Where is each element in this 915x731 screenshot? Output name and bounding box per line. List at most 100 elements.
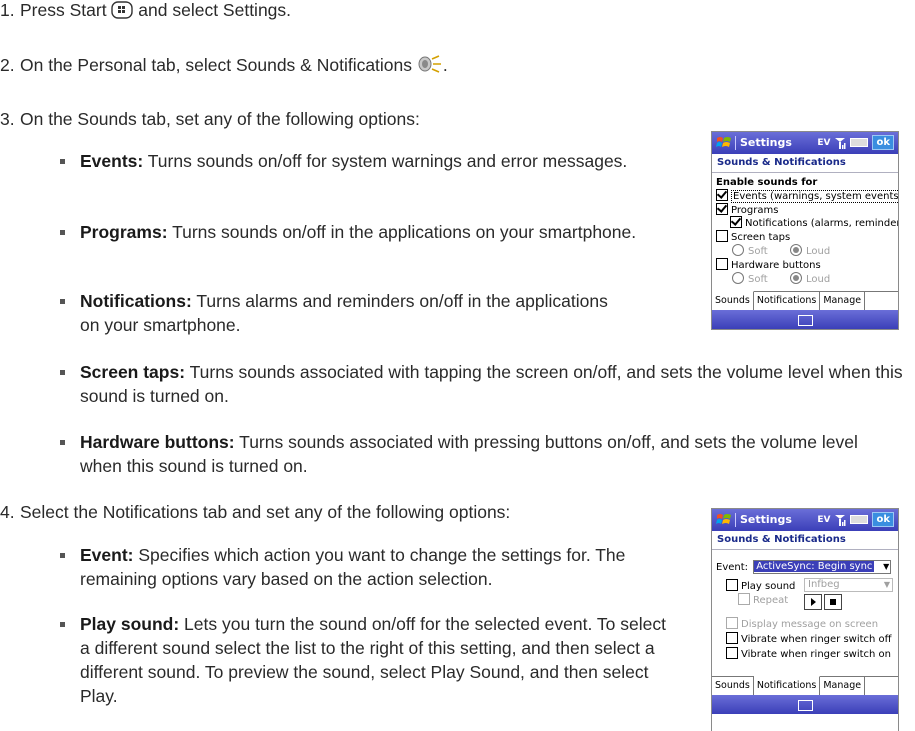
tab-strip: Sounds Notifications Manage [712,676,898,695]
bullet-dot [60,159,65,164]
tab-manage[interactable]: Manage [820,292,866,310]
hardware-buttons-checkbox[interactable]: Hardware buttons [716,258,821,272]
title-separator [735,136,736,150]
notifications-tab-screenshot: Settings EV ok Sounds & Notifications Ev… [711,508,899,731]
tab-manage[interactable]: Manage [820,677,866,695]
checkbox-box[interactable] [716,230,728,242]
tab-notifications[interactable]: Notifications [753,676,821,695]
checkbox-box[interactable] [716,203,728,215]
menu-bar [712,310,898,329]
ev-indicator: EV [817,137,831,148]
playback-controls [804,594,844,610]
battery-icon [850,515,869,524]
hardware-loud-radio[interactable]: Loud [790,272,830,286]
programs-checkbox[interactable]: Programs [716,203,778,217]
radio-button[interactable] [732,244,744,256]
checkbox-label: Vibrate when ringer switch on [741,649,891,660]
screen-taps-loud-radio[interactable]: Loud [790,244,830,258]
radio-label: Loud [806,274,831,285]
step-text: Select the Notifications tab and set any… [20,502,511,522]
windows-flag-icon[interactable] [716,135,732,151]
checkbox-box[interactable] [730,216,742,228]
status-indicators: EV ok [817,135,894,150]
status-indicators: EV ok [817,512,894,527]
screen-header: Sounds & Notifications [712,531,898,550]
chevron-down-icon: ▼ [883,580,890,589]
option-text: Events: Turns sounds on/off for system w… [80,149,627,173]
option-text: Hardware buttons: Turns sounds associate… [80,430,900,478]
step-text: On the Personal tab, select Sounds & Not… [20,53,448,80]
option-text: Play sound: Lets you turn the sound on/o… [80,612,672,708]
tab-sounds[interactable]: Sounds [712,291,754,310]
events-checkbox[interactable]: Events (warnings, system events) [716,189,898,203]
screen-header: Sounds & Notifications [712,154,898,173]
event-value: ActiveSync: Begin sync [754,561,875,572]
bullet-dot [60,622,65,627]
checkbox-label: Display message on screen [741,619,879,630]
play-button[interactable] [804,594,822,610]
radio-button[interactable] [790,244,802,256]
play-sound-checkbox[interactable]: Play sound [726,579,795,593]
step-text: Press Start and select Settings. [20,0,291,25]
screen-taps-soft-radio[interactable]: Soft [732,244,768,258]
title-separator [735,513,736,527]
vibrate-off-checkbox[interactable]: Vibrate when ringer switch off [726,632,892,646]
keyboard-icon[interactable] [798,700,813,711]
radio-button[interactable] [790,272,802,284]
title-bar: Settings EV ok [712,132,898,154]
tab-sounds[interactable]: Sounds [712,677,754,695]
checkbox-box[interactable] [716,189,728,201]
radio-label: Soft [748,246,768,257]
bullet-dot [60,440,65,445]
radio-label: Soft [748,274,768,285]
sound-dropdown[interactable]: Infbeg ▼ [804,578,893,592]
option-desc: Turns sounds on/off for system warnings … [143,151,628,171]
option-text: Programs: Turns sounds on/off in the app… [80,220,636,244]
event-dropdown[interactable]: ActiveSync: Begin sync ▼ [753,560,892,574]
checkbox-label: Repeat [753,595,789,606]
keyboard-icon[interactable] [798,315,813,326]
repeat-checkbox[interactable]: Repeat [738,593,788,607]
checkbox-box[interactable] [726,632,738,644]
step-text-after: and select Settings. [133,0,292,20]
option-term: Screen taps: [80,362,186,382]
sound-select[interactable]: Infbeg ▼ [804,578,893,592]
vibrate-on-checkbox[interactable]: Vibrate when ringer switch on [726,647,891,661]
ev-indicator: EV [817,514,831,525]
option-text: Screen taps: Turns sounds associated wit… [80,360,905,408]
checkbox-box[interactable] [716,258,728,270]
step-number: 2. [0,55,15,75]
checkbox-box[interactable] [738,593,750,605]
checkbox-box[interactable] [726,647,738,659]
step-number: 3. [0,109,15,129]
menu-bar [712,695,898,714]
option-term: Programs: [80,222,168,242]
step-number: 1. [0,0,15,20]
hardware-soft-radio[interactable]: Soft [732,272,768,286]
checkbox-label: Hardware buttons [731,260,821,271]
windows-flag-icon[interactable] [716,512,732,528]
step-number: 4. [0,502,15,522]
checkbox-box[interactable] [726,579,738,591]
ok-button[interactable]: ok [872,135,894,150]
checkbox-label: Play sound [741,581,796,592]
option-term: Hardware buttons: [80,432,235,452]
notifications-checkbox[interactable]: Notifications (alarms, reminders) [730,216,899,230]
ok-button[interactable]: ok [872,512,894,527]
tab-notifications[interactable]: Notifications [754,292,821,310]
stop-button[interactable] [824,594,842,610]
option-term: Event: [80,545,134,565]
display-message-checkbox[interactable]: Display message on screen [726,617,878,631]
radio-button[interactable] [732,272,744,284]
checkbox-label: Events (warnings, system events) [731,190,898,203]
option-desc: Turns sounds associated with tapping the… [80,362,903,406]
bullet-dot [60,553,65,558]
sound-value: Infbeg [808,579,840,590]
checkbox-box[interactable] [726,617,738,629]
checkbox-label: Programs [731,205,779,216]
radio-label: Loud [806,246,831,257]
checkbox-label: Notifications (alarms, reminders) [745,218,899,229]
chevron-down-icon: ▼ [883,562,890,571]
checkbox-label: Screen taps [731,232,791,243]
screen-taps-checkbox[interactable]: Screen taps [716,230,790,244]
